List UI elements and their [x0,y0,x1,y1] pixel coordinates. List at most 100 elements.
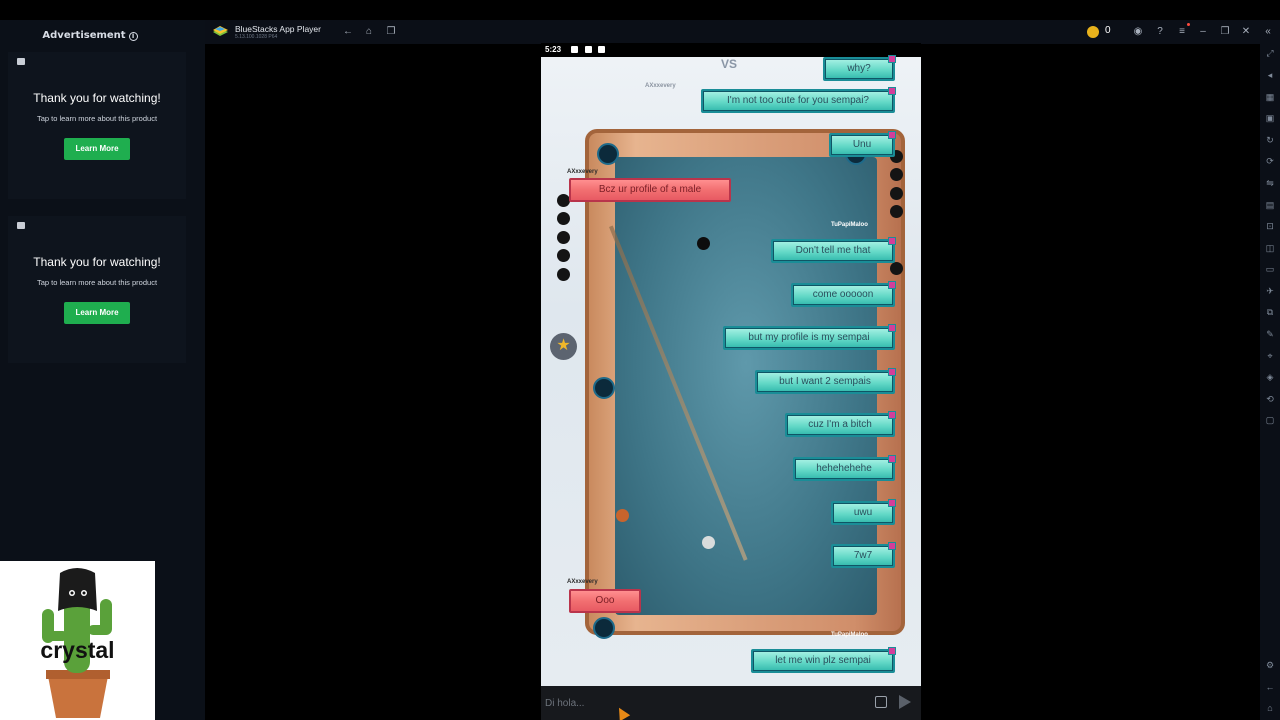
minimize-icon[interactable]: – [1196,25,1210,39]
ad-title: Thank you for watching! [33,91,161,105]
menu-icon[interactable]: ≡ [1175,25,1189,39]
notification-dot [1187,23,1190,26]
nav-back-icon[interactable]: ← [1263,681,1277,693]
player-message: cuz I'm a bitch [785,411,896,437]
player-message: let me win plz sempai [751,647,896,673]
ad-subtitle: Tap to learn more about this product [36,278,158,287]
settings-icon[interactable]: ⚙ [1263,659,1277,671]
opponent-name: AXxxevery [567,579,598,585]
keyboard-icon[interactable]: ▦ [1263,91,1277,103]
pocketed-ball-slot [557,231,570,244]
status-bar: 5:23 [541,43,921,57]
screen: Advertisement i Thank you for watching! T… [0,0,1280,720]
player-message: why? [823,55,896,81]
ad-choices-icon[interactable] [17,222,25,229]
player-name: TuPapiMaloo [831,632,868,638]
eight-ball [697,237,710,250]
restore-icon[interactable]: ❐ [1218,25,1232,39]
cue-ball[interactable] [702,536,715,549]
player-message: uwu [831,499,896,525]
bluestacks-logo-icon [213,26,228,36]
top-strip [0,0,1280,20]
coin-icon[interactable] [1087,26,1099,38]
volume-icon[interactable]: ◂ [1263,69,1277,81]
ad-title: Thank you for watching! [33,255,161,269]
pocketed-ball-slot [890,205,903,218]
copy-icon[interactable]: ⧉ [1263,306,1277,318]
collapse-sidebar-icon[interactable]: « [1261,25,1275,39]
media-icon[interactable]: ▭ [1263,263,1277,275]
ad-card-2[interactable]: Thank you for watching! Tap to learn mor… [8,216,186,363]
coin-count: 0 [1105,25,1111,36]
pocketed-ball-slot [890,262,903,275]
shake-icon[interactable]: ⇋ [1263,177,1277,189]
send-icon[interactable] [899,695,911,709]
info-icon[interactable]: i [128,32,138,41]
vs-label: VS [721,57,738,71]
player-message: but I want 2 sempais [755,368,896,394]
player-message: hehehehehe [793,455,896,481]
opponent-name-header: AXxxevery [645,83,676,89]
account-icon[interactable]: ◉ [1131,25,1145,39]
player-message: I'm not too cute for you sempai? [701,87,896,113]
refresh-icon[interactable]: ⟳ [1263,155,1277,167]
ad-subtitle: Tap to learn more about this product [36,114,158,123]
nav-home-icon[interactable]: ⌂ [1263,702,1277,714]
pocketed-ball-slot [890,187,903,200]
player-message: but my profile is my sempai [723,324,896,350]
notification-icon [585,46,592,53]
pool-game[interactable]: VS AXxxevery ★ AXxxevery Bcz ur profile … [541,55,921,686]
player-name: TuPapiMaloo [831,222,868,228]
ad-choices-icon[interactable] [17,58,25,65]
fullscreen-icon[interactable]: ⤢ [1263,47,1277,59]
opponent-name: AXxxevery [567,169,598,175]
screenshot-icon[interactable]: ⊡ [1263,220,1277,232]
ad-card-1[interactable]: Thank you for watching! Tap to learn mor… [8,52,186,199]
ball [616,509,629,522]
star-icon[interactable]: ★ [550,333,577,360]
sticker-icon[interactable] [875,696,887,708]
pocketed-ball-slot [557,268,570,281]
rotate-icon[interactable]: ↻ [1263,134,1277,146]
record-icon[interactable]: ◫ [1263,242,1277,254]
eco-icon[interactable]: ✎ [1263,328,1277,340]
notification-icon [571,46,578,53]
home-icon[interactable]: ⌂ [362,25,376,39]
pocket [593,377,615,399]
pocketed-ball-slot [557,249,570,262]
learn-more-button[interactable]: Learn More [64,138,130,160]
title-bar: BlueStacks App Player 5.13.100.1028 P64 … [205,20,1280,44]
close-icon[interactable]: ✕ [1239,25,1253,39]
pocket [597,143,619,165]
more-icon[interactable]: ▢ [1263,414,1277,426]
cactus-label: crystal [40,637,115,663]
chat-bar [541,686,921,720]
help-icon[interactable]: ? [1153,25,1167,39]
chat-input[interactable] [545,692,865,714]
player-message: Don't tell me that [771,237,896,263]
airplane-icon[interactable]: ✈ [1263,285,1277,297]
cactus-overlay: crystal [0,561,155,720]
right-sidebar: ⤢ ◂ ▦ ▣ ↻ ⟳ ⇋ ▤ ⊡ ◫ ▭ ✈ ⧉ ✎ ⌖ ◈ ⟲ ▢ ⚙ ← … [1260,44,1280,720]
player-message: Unu [829,131,896,157]
opponent-message: Bcz ur profile of a male [569,178,731,202]
ad-heading: Advertisement i [0,30,180,41]
app-title: BlueStacks App Player [235,24,321,34]
notification-icon [598,46,605,53]
multi-instance-icon[interactable]: ❐ [384,25,398,39]
sync-icon[interactable]: ⟲ [1263,393,1277,405]
status-time: 5:23 [545,45,562,54]
pocketed-ball-slot [557,212,570,225]
location-icon[interactable]: ⌖ [1263,350,1277,362]
player-message: come ooooon [791,281,896,307]
learn-more-button[interactable]: Learn More [64,302,130,324]
back-icon[interactable]: ← [341,25,355,39]
opponent-message: Ooo [569,589,641,613]
gamepad-icon[interactable]: ▣ [1263,112,1277,124]
macro-icon[interactable]: ▤ [1263,199,1277,211]
pocket [593,617,615,639]
app-version: 5.13.100.1028 P64 [235,34,278,40]
player-message: 7w7 [831,542,896,568]
ad-heading-text: Advertisement [42,30,126,41]
layers-icon[interactable]: ◈ [1263,371,1277,383]
